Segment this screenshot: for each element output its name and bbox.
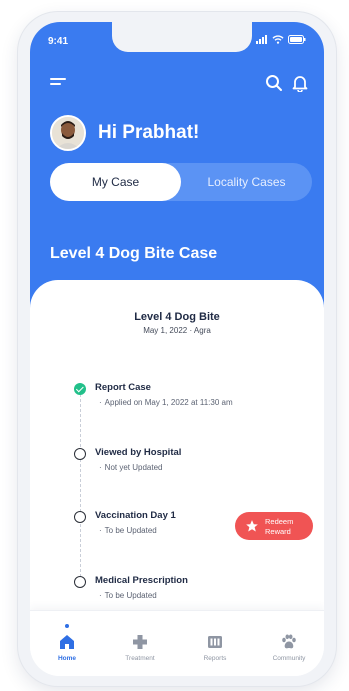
case-location: Agra	[193, 326, 211, 335]
reports-icon	[208, 636, 222, 648]
nav-treatment[interactable]: Treatment	[110, 611, 170, 676]
pending-circle-icon	[74, 448, 86, 460]
search-icon[interactable]	[265, 74, 283, 92]
medical-cross-icon	[133, 635, 147, 649]
step-note: · Not yet Updated	[99, 463, 163, 472]
redeem-label-line2: Reward	[265, 526, 291, 536]
phone-frame: 9:41 Hi Prabhat! My Case Locality Cases …	[18, 12, 336, 686]
redeem-label-line1: Redeem	[265, 517, 294, 526]
pending-circle-icon	[74, 511, 86, 523]
nav-label: Reports	[203, 655, 227, 662]
user-avatar-icon	[52, 117, 84, 149]
tab-locality-cases[interactable]: Locality Cases	[181, 163, 312, 201]
bottom-nav: Home Treatment Reports Community	[30, 610, 324, 676]
nav-label: Community	[272, 655, 306, 662]
status-time: 9:41	[48, 36, 69, 47]
pending-circle-icon	[74, 576, 86, 588]
greeting-text: Hi Prabhat!	[98, 122, 200, 143]
step-title: Viewed by Hospital	[95, 447, 182, 458]
nav-community[interactable]: Community	[259, 611, 319, 676]
nav-reports[interactable]: Reports	[185, 611, 245, 676]
card-title: Level 4 Dog Bite	[134, 311, 220, 323]
step-title: Medical Prescription	[95, 575, 188, 586]
tab-my-case[interactable]: My Case	[50, 163, 181, 201]
step-note: · Applied on May 1, 2022 at 11:30 am	[99, 398, 233, 407]
check-circle-icon	[74, 383, 86, 395]
device-notch	[112, 22, 252, 52]
nav-label: Home	[57, 655, 77, 662]
avatar[interactable]	[50, 115, 86, 151]
menu-icon[interactable]	[50, 78, 68, 90]
active-indicator	[65, 624, 69, 628]
step-title: Report Case	[95, 382, 151, 393]
status-icons	[256, 35, 306, 44]
nav-label: Treatment	[125, 655, 155, 662]
step-note-text: To be Updated	[104, 526, 157, 535]
battery-icon	[288, 35, 306, 44]
step-note: · To be Updated	[99, 526, 157, 535]
redeem-label: Redeem Reward	[265, 517, 309, 536]
bell-icon[interactable]	[291, 74, 309, 92]
app-screen: 9:41 Hi Prabhat! My Case Locality Cases …	[30, 22, 324, 676]
case-heading: Level 4 Dog Bite Case	[50, 245, 218, 262]
step-title: Vaccination Day 1	[95, 510, 176, 521]
case-meta: May 1, 2022 · Agra	[30, 326, 324, 335]
case-date: May 1, 2022	[143, 326, 188, 335]
timeline-line	[80, 384, 81, 582]
step-note-text: Applied on May 1, 2022 at 11:30 am	[104, 398, 233, 407]
step-note-text: Not yet Updated	[104, 463, 163, 472]
header-background: 9:41 Hi Prabhat! My Case Locality Cases …	[30, 22, 324, 322]
nav-home[interactable]: Home	[37, 611, 97, 676]
home-icon	[60, 635, 74, 649]
signal-icon	[256, 35, 267, 44]
case-tabs: My Case Locality Cases	[50, 163, 312, 201]
step-note: · To be Updated	[99, 591, 157, 600]
paw-icon	[282, 634, 296, 649]
wifi-icon	[272, 35, 284, 44]
redeem-reward-button[interactable]: Redeem Reward	[235, 512, 313, 540]
step-note-text: To be Updated	[104, 591, 157, 600]
star-icon	[246, 520, 258, 532]
